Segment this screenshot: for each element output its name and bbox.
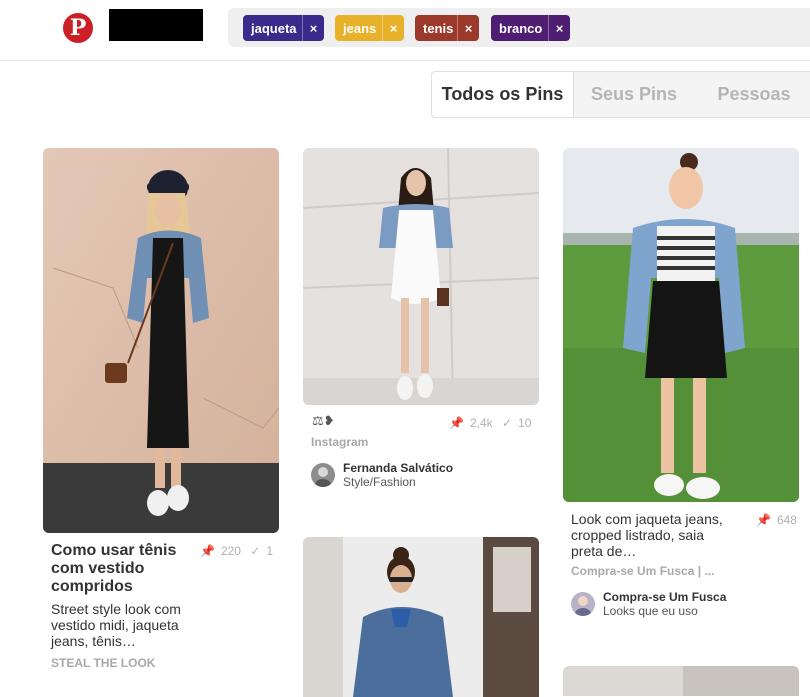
chip-label: tenis	[423, 20, 454, 36]
pin-stats: 📌 2,4k ✓ 10	[443, 416, 531, 430]
pin-stats: 📌 220 ✓ 1	[194, 544, 273, 558]
header: P jaqueta × jeans × tenis × branco ×	[0, 0, 810, 61]
avatar-image	[571, 592, 595, 616]
pin-source[interactable]: Instagram	[311, 435, 368, 449]
tab-pessoas[interactable]: Pessoas	[702, 72, 806, 117]
scale-icon: ⚖❥	[312, 413, 335, 428]
results-tabs: Todos os Pins Seus Pins Pessoas	[431, 71, 810, 118]
pin-photo	[303, 148, 539, 405]
board-name[interactable]: Looks que eu uso	[603, 604, 698, 618]
pin-description: Street style look com vestido midi, jaqu…	[51, 601, 181, 649]
pin-icon: 📌	[449, 416, 464, 430]
pin-photo	[563, 148, 799, 502]
search-chip-tenis[interactable]: tenis ×	[415, 15, 479, 41]
pinner-name[interactable]: Compra-se Um Fusca	[603, 590, 726, 604]
pin-icon: 📌	[756, 513, 771, 527]
pin-source[interactable]: Compra-se Um Fusca | ...	[571, 564, 714, 578]
pin-icon: 📌	[200, 544, 215, 558]
pin-title[interactable]: Look com jaqueta jeans, cropped listrado…	[571, 511, 731, 559]
chip-label: branco	[499, 20, 543, 36]
avatar[interactable]	[571, 592, 595, 616]
redacted-box	[109, 9, 203, 41]
chip-label: jaqueta	[251, 20, 297, 36]
pin-photo	[303, 537, 539, 697]
check-icon: ✓	[501, 416, 513, 430]
repin-count: 2,4k	[469, 416, 493, 430]
search-bar[interactable]: jaqueta × jeans × tenis × branco ×	[228, 8, 810, 47]
chip-remove-icon[interactable]: ×	[382, 15, 404, 41]
board-name[interactable]: Style/Fashion	[343, 475, 416, 489]
repin-count: 648	[776, 513, 797, 527]
chip-remove-icon[interactable]: ×	[548, 15, 570, 41]
pin-stats: 📌 648	[750, 513, 797, 527]
chip-remove-icon[interactable]: ×	[302, 15, 324, 41]
search-chip-jaqueta[interactable]: jaqueta ×	[243, 15, 324, 41]
pinterest-logo[interactable]: P	[63, 13, 93, 43]
tab-seus-pins[interactable]: Seus Pins	[578, 72, 690, 117]
search-chip-branco[interactable]: branco ×	[491, 15, 570, 41]
pin-title[interactable]: Como usar tênis com vestido compridos	[51, 542, 191, 596]
check-icon: ✓	[250, 544, 261, 558]
logo-letter: P	[69, 15, 87, 41]
avatar-image	[311, 463, 335, 487]
pin-image-denim-jacket[interactable]	[303, 537, 539, 697]
like-count: 10	[518, 416, 532, 430]
pin-image-striped-crop[interactable]	[563, 148, 799, 502]
like-count: 1	[266, 544, 274, 558]
pin-photo	[43, 148, 279, 533]
chip-remove-icon[interactable]: ×	[457, 15, 479, 41]
search-chip-jeans[interactable]: jeans ×	[335, 15, 404, 41]
repin-count: 220	[220, 544, 241, 558]
pin-image-partial[interactable]	[563, 666, 799, 696]
tab-todos-os-pins[interactable]: Todos os Pins	[432, 72, 574, 117]
pin-photo	[563, 666, 799, 696]
chip-label: jeans	[343, 20, 377, 36]
pin-image-dress-outfit[interactable]	[43, 148, 279, 533]
pinner-name[interactable]: Fernanda Salvático	[343, 461, 453, 475]
avatar[interactable]	[311, 463, 335, 487]
pin-source[interactable]: STEAL THE LOOK	[51, 656, 155, 670]
pin-image-white-dress[interactable]	[303, 148, 539, 405]
